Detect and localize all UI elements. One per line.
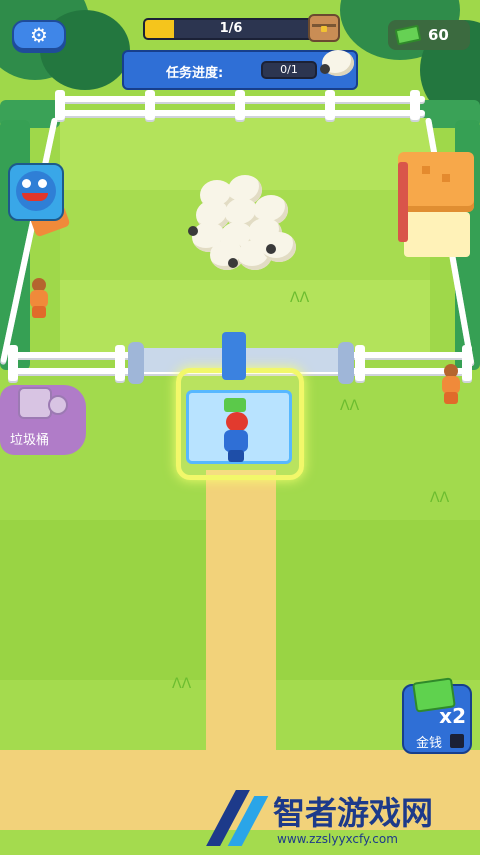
watermark-title: 智者游戏网 [273,794,434,832]
cash-stack [224,398,246,412]
fence-post [145,90,155,120]
watermark-logo [205,786,269,846]
station-arrow [222,332,246,380]
player-character [222,412,250,462]
cash-icon [394,24,422,46]
fence-post [355,345,365,381]
trash-button[interactable]: 垃圾桶 [0,385,86,455]
dirt-path [206,470,276,770]
watermark: 智者游戏网 www.zzslyyxcfy.com [205,780,480,855]
sheep-head [266,244,276,254]
task-progress-text: 0/1 [280,63,298,76]
settings-button[interactable]: ⚙ [12,20,66,50]
gear-icon: ⚙ [30,23,48,47]
money-boost-label: 金钱 [416,736,443,751]
grass-tuft: ᐱᐱ [340,398,360,414]
fence-post [8,345,18,381]
gate-post [338,342,354,384]
barn [398,152,476,257]
sheep-head [188,226,198,236]
worker-character [440,364,462,404]
sheep-head [228,258,238,268]
fence-post [325,90,335,120]
sheep-icon [320,48,356,80]
grass-tuft: ᐱᐱ [172,676,192,692]
treasure-chest-icon[interactable] [308,14,340,42]
task-label: 任务进度: [166,66,224,81]
watermark-url: www.zzslyyxcfy.com [277,832,398,846]
fence-post [115,345,125,381]
trash-can-icon [18,387,52,419]
money-amount: 60 [428,26,449,44]
task-progress-bar: 0/1 [261,61,317,79]
fence-post [410,90,420,120]
worker-character [28,278,50,318]
level-progress-bar: 1/6 [143,18,319,40]
grass-tuft: ᐱᐱ [290,290,310,306]
video-ad-icon [450,734,464,748]
fence-post [235,90,245,120]
fence-post [55,90,65,120]
money-counter: 60 [388,20,470,50]
grass-tuft: ᐱᐱ [430,490,450,506]
trash-label: 垃圾桶 [10,433,50,448]
money-boost-button[interactable]: x2 金钱 [402,677,472,754]
gate-post [128,342,144,384]
fence-post [462,345,472,381]
level-progress-text: 1/6 [219,21,243,36]
money-boost-multiplier: x2 [439,704,466,728]
huggy-avatar-icon[interactable] [8,163,64,221]
